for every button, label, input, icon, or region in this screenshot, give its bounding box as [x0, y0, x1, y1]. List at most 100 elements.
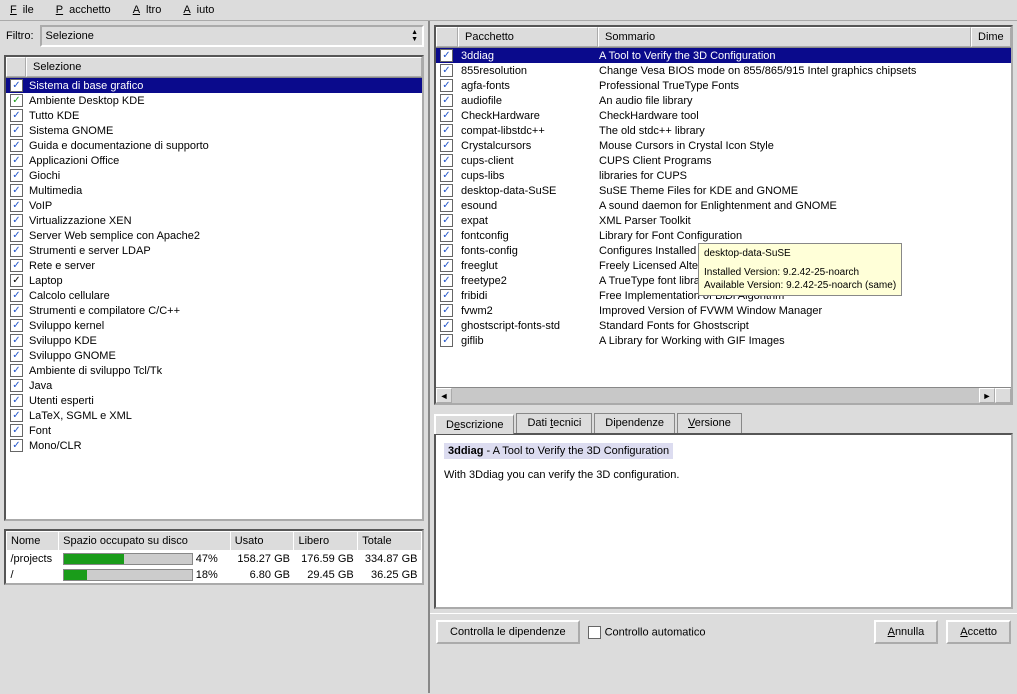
disk-header-cell[interactable]: Totale [358, 532, 422, 551]
selection-row[interactable]: ✓Ambiente Desktop KDE [6, 93, 422, 108]
checkbox-icon[interactable]: ✓ [10, 109, 23, 122]
checkbox-icon[interactable]: ✓ [10, 424, 23, 437]
filter-combo[interactable]: Selezione ▲▼ [40, 25, 425, 47]
checkbox-icon[interactable]: ✓ [10, 229, 23, 242]
checkbox-icon[interactable]: ✓ [440, 319, 453, 332]
selection-header-check[interactable] [6, 57, 26, 77]
selection-row[interactable]: ✓Strumenti e compilatore C/C++ [6, 303, 422, 318]
checkbox-icon[interactable]: ✓ [440, 139, 453, 152]
checkbox-icon[interactable]: ✓ [440, 64, 453, 77]
checkbox-icon[interactable]: ✓ [440, 154, 453, 167]
checkbox-icon[interactable]: ✓ [440, 214, 453, 227]
checkbox-icon[interactable]: ✓ [10, 139, 23, 152]
package-row[interactable]: ✓expatXML Parser Toolkit [436, 213, 1011, 228]
checkbox-icon[interactable]: ✓ [10, 79, 23, 92]
checkbox-icon[interactable]: ✓ [440, 259, 453, 272]
checkbox-icon[interactable]: ✓ [10, 394, 23, 407]
selection-row[interactable]: ✓Strumenti e server LDAP [6, 243, 422, 258]
checkbox-icon[interactable]: ✓ [440, 124, 453, 137]
checkbox-icon[interactable]: ✓ [440, 199, 453, 212]
package-row[interactable]: ✓cups-clientCUPS Client Programs [436, 153, 1011, 168]
checkbox-icon[interactable]: ✓ [10, 259, 23, 272]
checkbox-icon[interactable]: ✓ [10, 154, 23, 167]
checkbox-icon[interactable]: ✓ [440, 79, 453, 92]
checkbox-icon[interactable]: ✓ [10, 274, 23, 287]
auto-check-checkbox[interactable] [588, 626, 601, 639]
checkbox-icon[interactable]: ✓ [440, 274, 453, 287]
checkbox-icon[interactable]: ✓ [10, 334, 23, 347]
checkbox-icon[interactable]: ✓ [440, 244, 453, 257]
checkbox-icon[interactable]: ✓ [10, 244, 23, 257]
selection-row[interactable]: ✓Calcolo cellulare [6, 288, 422, 303]
selection-row[interactable]: ✓Font [6, 423, 422, 438]
package-row[interactable]: ✓CheckHardwareCheckHardware tool [436, 108, 1011, 123]
cancel-button[interactable]: Annulla [874, 620, 939, 644]
package-row[interactable]: ✓audiofileAn audio file library [436, 93, 1011, 108]
disk-header-cell[interactable]: Spazio occupato su disco [59, 532, 231, 551]
selection-list[interactable]: Selezione ✓Sistema di base grafico✓Ambie… [4, 55, 424, 521]
checkbox-icon[interactable]: ✓ [10, 199, 23, 212]
checkbox-icon[interactable]: ✓ [440, 109, 453, 122]
selection-row[interactable]: ✓Virtualizzazione XEN [6, 213, 422, 228]
tab-description[interactable]: Descrizione [434, 414, 514, 434]
package-row[interactable]: ✓3ddiagA Tool to Verify the 3D Configura… [436, 48, 1011, 63]
pkg-header-size[interactable]: Dime [971, 27, 1011, 47]
check-dependencies-button[interactable]: Controlla le dipendenze [436, 620, 580, 644]
selection-row[interactable]: ✓Tutto KDE [6, 108, 422, 123]
package-row[interactable]: ✓giflibA Library for Working with GIF Im… [436, 333, 1011, 348]
pkg-header-summary[interactable]: Sommario [598, 27, 971, 47]
checkbox-icon[interactable]: ✓ [440, 229, 453, 242]
checkbox-icon[interactable]: ✓ [440, 184, 453, 197]
selection-row[interactable]: ✓Ambiente di sviluppo Tcl/Tk [6, 363, 422, 378]
pkg-header-name[interactable]: Pacchetto [458, 27, 598, 47]
checkbox-icon[interactable]: ✓ [440, 94, 453, 107]
accept-button[interactable]: Accetto [946, 620, 1011, 644]
package-row[interactable]: ✓fontconfigLibrary for Font Configuratio… [436, 228, 1011, 243]
horizontal-scrollbar[interactable]: ◄ ► [436, 387, 1011, 403]
checkbox-icon[interactable]: ✓ [440, 304, 453, 317]
selection-row[interactable]: ✓Server Web semplice con Apache2 [6, 228, 422, 243]
package-row[interactable]: ✓agfa-fontsProfessional TrueType Fonts [436, 78, 1011, 93]
selection-row[interactable]: ✓Sviluppo GNOME [6, 348, 422, 363]
selection-row[interactable]: ✓Guida e documentazione di supporto [6, 138, 422, 153]
checkbox-icon[interactable]: ✓ [10, 364, 23, 377]
package-row[interactable]: ✓cups-libslibraries for CUPS [436, 168, 1011, 183]
checkbox-icon[interactable]: ✓ [10, 319, 23, 332]
menu-other[interactable]: Altro [127, 2, 174, 18]
checkbox-icon[interactable]: ✓ [10, 184, 23, 197]
checkbox-icon[interactable]: ✓ [10, 349, 23, 362]
checkbox-icon[interactable]: ✓ [440, 49, 453, 62]
selection-row[interactable]: ✓Multimedia [6, 183, 422, 198]
package-list[interactable]: Pacchetto Sommario Dime desktop-data-SuS… [434, 25, 1013, 405]
package-row[interactable]: ✓ghostscript-fonts-stdStandard Fonts for… [436, 318, 1011, 333]
selection-row[interactable]: ✓Mono/CLR [6, 438, 422, 453]
checkbox-icon[interactable]: ✓ [10, 409, 23, 422]
disk-header-cell[interactable]: Nome [7, 532, 59, 551]
selection-row[interactable]: ✓Giochi [6, 168, 422, 183]
checkbox-icon[interactable]: ✓ [10, 289, 23, 302]
selection-row[interactable]: ✓Applicazioni Office [6, 153, 422, 168]
selection-row[interactable]: ✓Laptop [6, 273, 422, 288]
checkbox-icon[interactable]: ✓ [440, 289, 453, 302]
selection-row[interactable]: ✓Java [6, 378, 422, 393]
disk-header-cell[interactable]: Usato [230, 532, 294, 551]
checkbox-icon[interactable]: ✓ [440, 169, 453, 182]
tab-version[interactable]: Versione [677, 413, 742, 433]
selection-row[interactable]: ✓Sviluppo KDE [6, 333, 422, 348]
package-row[interactable]: ✓fvwm2Improved Version of FVWM Window Ma… [436, 303, 1011, 318]
selection-row[interactable]: ✓VoIP [6, 198, 422, 213]
scroll-right-icon[interactable]: ► [979, 388, 995, 403]
selection-row[interactable]: ✓Sviluppo kernel [6, 318, 422, 333]
checkbox-icon[interactable]: ✓ [10, 94, 23, 107]
package-row[interactable]: ✓compat-libstdc++The old stdc++ library [436, 123, 1011, 138]
selection-row[interactable]: ✓Utenti esperti [6, 393, 422, 408]
checkbox-icon[interactable]: ✓ [10, 214, 23, 227]
selection-row[interactable]: ✓LaTeX, SGML e XML [6, 408, 422, 423]
package-row[interactable]: ✓855resolutionChange Vesa BIOS mode on 8… [436, 63, 1011, 78]
menu-file[interactable]: File [4, 2, 46, 18]
checkbox-icon[interactable]: ✓ [10, 304, 23, 317]
checkbox-icon[interactable]: ✓ [10, 169, 23, 182]
checkbox-icon[interactable]: ✓ [10, 439, 23, 452]
selection-header-label[interactable]: Selezione [26, 57, 422, 77]
tab-dependencies[interactable]: Dipendenze [594, 413, 675, 433]
